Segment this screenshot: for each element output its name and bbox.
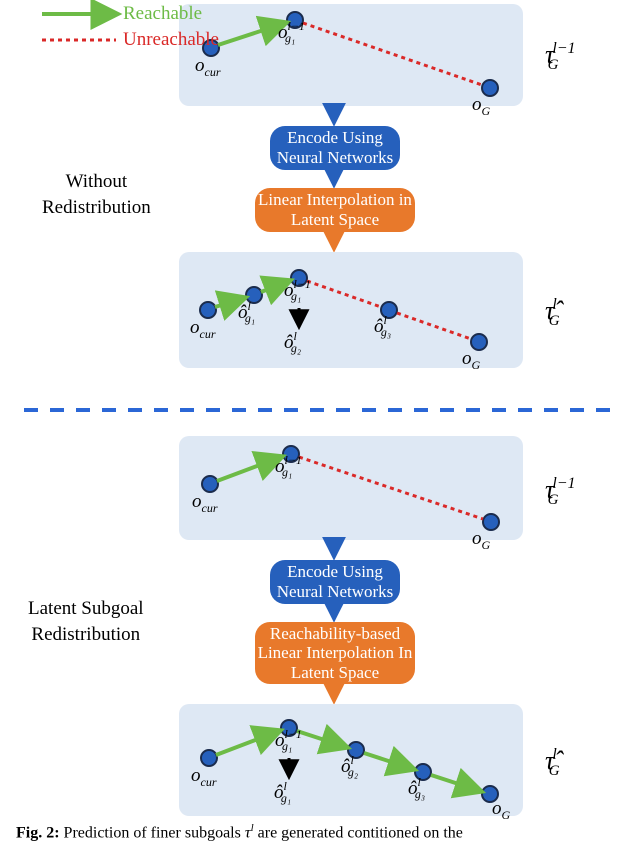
lbl-og1-t2: ol−1g₁: [284, 280, 321, 302]
lbl-oG-t2: oG: [462, 348, 480, 373]
lbl-ohatg3-t2: ôlg₃: [374, 316, 397, 338]
tauhat-l-top: τ̂lG: [545, 296, 570, 326]
pill-encode-bot: Encode Using Neural Networks: [270, 560, 400, 604]
lbl-ocur-b1: ocur: [192, 491, 218, 516]
figure-caption: Fig. 2: Fig. 2: Prediction of finer subg…: [16, 822, 628, 842]
lbl-oG-b1: oG: [472, 528, 490, 553]
node-ocur-bot2: [201, 750, 217, 766]
pill-reach-linear: Reachability-based Linear Interpolation …: [255, 622, 415, 684]
lbl-oG-b2: oG: [492, 798, 510, 823]
lbl-og1-b1: ol−1g₁: [275, 456, 312, 478]
legend-unreachable-label: Unreachable: [123, 29, 219, 51]
lbl-og1-b2: ol−1g₁: [275, 730, 312, 752]
lbl-ocur-t1: ocur: [195, 55, 221, 80]
node-ocur-bot1: [202, 476, 218, 492]
lbl-ohatg1-b2: ôlg₁: [274, 782, 297, 804]
lbl-ohatg2-b2: ôlg₂: [341, 756, 364, 778]
lbl-ohatg2-t2: ôlg₂: [284, 332, 307, 354]
bot-coarse-panel: [179, 436, 523, 540]
lbl-ohatg1-t2: ôlg₁: [238, 302, 261, 324]
lbl-ohatg3-b2: ôlg₃: [408, 778, 431, 800]
pill-encode-top: Encode Using Neural Networks: [270, 126, 400, 170]
node-ocur-top2: [200, 302, 216, 318]
side-without: Without Redistribution: [42, 169, 151, 220]
lbl-ocur-t2: ocur: [190, 317, 216, 342]
lbl-og1-t1: ol−1g₁: [278, 22, 315, 44]
side-latent: Latent Subgoal Redistribution: [28, 596, 144, 647]
legend-reachable-label: Reachable: [123, 3, 202, 25]
pill-linear-top: Linear Interpolation in Latent Space: [255, 188, 415, 232]
lbl-oG-t1: oG: [472, 94, 490, 119]
tauhat-l-bot: τ̂lG: [545, 746, 570, 776]
tau-lm1-top: τl−1G: [545, 40, 588, 70]
tau-lm1-bot: τl−1G: [545, 475, 588, 505]
lbl-ocur-b2: ocur: [191, 765, 217, 790]
top-coarse-panel: [179, 4, 523, 106]
